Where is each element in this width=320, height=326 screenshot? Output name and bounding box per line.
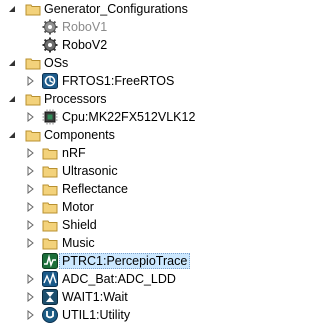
component-tree: Generator_Configurations RoboV1 RoboV2 O…	[0, 0, 286, 324]
collapsed-arrow-icon[interactable]	[25, 184, 35, 194]
folder-icon	[42, 145, 58, 161]
collapsed-arrow-icon[interactable]	[25, 148, 35, 158]
adc-component-icon	[42, 271, 58, 287]
tree-node-label: Reflectance	[62, 182, 129, 196]
tree-node-label: Processors	[44, 92, 107, 106]
tree-node-label: FRTOS1:FreeRTOS	[62, 74, 175, 88]
folder-icon	[42, 181, 58, 197]
os-component-icon	[42, 73, 58, 89]
collapsed-arrow-icon[interactable]	[25, 112, 35, 122]
tree-node-label: RoboV2	[62, 38, 108, 52]
expanded-arrow-icon[interactable]	[7, 94, 17, 104]
collapsed-arrow-icon[interactable]	[25, 220, 35, 230]
collapsed-arrow-icon[interactable]	[25, 292, 35, 302]
expanded-arrow-icon[interactable]	[7, 130, 17, 140]
folder-icon	[25, 91, 41, 107]
collapsed-arrow-icon[interactable]	[25, 310, 35, 320]
tree-node-label: RoboV1	[62, 20, 108, 34]
collapsed-arrow-icon[interactable]	[25, 274, 35, 284]
tree-node-label: Music	[62, 236, 95, 250]
cpu-chip-icon	[42, 109, 58, 125]
collapsed-arrow-icon[interactable]	[25, 76, 35, 86]
tree-node-label: ADC_Bat:ADC_LDD	[62, 272, 176, 286]
collapsed-arrow-icon[interactable]	[25, 238, 35, 248]
tree-node-label: Cpu:MK22FX512VLK12	[62, 110, 196, 124]
tree-node-label: Ultrasonic	[62, 164, 118, 178]
folder-icon	[42, 235, 58, 251]
tree-node-label: UTIL1:Utility	[62, 308, 131, 322]
tree-node-label: Motor	[62, 200, 94, 214]
collapsed-arrow-icon[interactable]	[25, 166, 35, 176]
folder-icon	[25, 55, 41, 71]
folder-icon	[25, 1, 41, 17]
collapsed-arrow-icon[interactable]	[25, 202, 35, 212]
tree-node-label: Shield	[62, 218, 97, 232]
folder-icon	[42, 217, 58, 233]
expanded-arrow-icon[interactable]	[7, 58, 17, 68]
tree-node-label: nRF	[62, 146, 86, 160]
folder-icon	[42, 163, 58, 179]
tree-node-label: PTRC1:PercepioTrace	[59, 253, 191, 269]
folder-icon	[25, 127, 41, 143]
tree-node-label: Generator_Configurations	[44, 2, 188, 16]
tree-node-label: Components	[44, 128, 115, 142]
gear-icon	[42, 37, 58, 53]
tree-node-label: OSs	[44, 56, 69, 70]
tree-node-label: WAIT1:Wait	[62, 290, 128, 304]
utility-component-icon	[42, 307, 58, 323]
expanded-arrow-icon[interactable]	[7, 4, 17, 14]
trace-component-icon	[42, 253, 58, 269]
folder-icon	[42, 199, 58, 215]
gear-icon	[42, 19, 58, 35]
wait-component-icon	[42, 289, 58, 305]
